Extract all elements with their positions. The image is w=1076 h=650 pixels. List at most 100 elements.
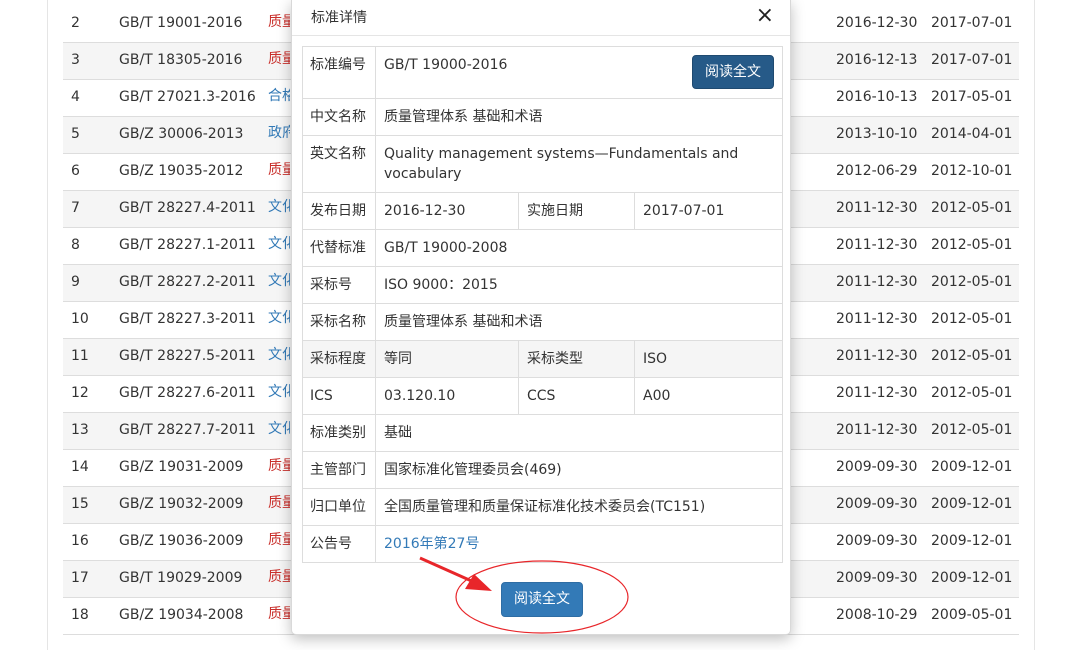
publish-date: 2013-10-10 (836, 126, 918, 142)
row-number: 11 (71, 348, 89, 364)
standard-name-link[interactable]: 文化 (268, 196, 290, 216)
standard-name-link[interactable]: 文化 (268, 270, 290, 290)
standard-code: GB/T 28227.7-2011 (119, 422, 256, 438)
standard-code: GB/T 28227.6-2011 (119, 385, 256, 401)
publish-date: 2016-10-13 (836, 89, 918, 105)
standard-name-link[interactable]: 文化 (268, 381, 290, 401)
standard-name-link[interactable]: 文化 (268, 418, 290, 438)
ics-label: ICS (302, 377, 376, 415)
row-number: 15 (71, 496, 89, 512)
implement-date: 2017-07-01 (931, 15, 1013, 31)
row-number: 17 (71, 570, 89, 586)
standard-name-link[interactable]: 质量 (268, 566, 290, 586)
standard-code: GB/T 19001-2016 (119, 15, 243, 31)
row-number: 10 (71, 311, 89, 327)
adopt-degree-value: 等同 (375, 340, 519, 378)
category-label: 标准类别 (302, 414, 376, 452)
standard-name-link[interactable]: 质量 (268, 603, 290, 623)
standard-detail-modal: 标准详情 × 标准编号 GB/T 19000-2016 阅读全文 中文名称 质量… (291, 0, 791, 635)
publish-date: 2011-12-30 (836, 200, 918, 216)
standard-code: GB/Z 19034-2008 (119, 607, 244, 623)
row-number: 12 (71, 385, 89, 401)
adopted-no-label: 采标号 (302, 266, 376, 304)
standard-name-link[interactable]: 文化 (268, 233, 290, 253)
standard-code: GB/T 19029-2009 (119, 570, 243, 586)
implement-date: 2009-12-01 (931, 533, 1013, 549)
publish-date: 2009-09-30 (836, 459, 918, 475)
implement-date: 2012-05-01 (931, 200, 1013, 216)
close-icon[interactable]: × (756, 5, 774, 27)
standard-name-link[interactable]: 质量 (268, 455, 290, 475)
row-number: 13 (71, 422, 89, 438)
implement-date: 2009-12-01 (931, 459, 1013, 475)
publish-date: 2011-12-30 (836, 274, 918, 290)
publish-date: 2011-12-30 (836, 311, 918, 327)
standard-code: GB/T 18305-2016 (119, 52, 243, 68)
publish-date: 2012-06-29 (836, 163, 918, 179)
en-name-value: Quality management systems—Fundamentals … (375, 135, 783, 193)
standard-name-link[interactable]: 质量 (268, 529, 290, 549)
standard-code: GB/T 28227.5-2011 (119, 348, 256, 364)
implement-date: 2012-10-01 (931, 163, 1013, 179)
implement-date: 2009-12-01 (931, 570, 1013, 586)
standard-name-link[interactable]: 合格 (268, 85, 290, 105)
row-number: 6 (71, 163, 80, 179)
standard-name-link[interactable]: 质量 (268, 159, 290, 179)
replaces-label: 代替标准 (302, 229, 376, 267)
standard-code: GB/T 28227.3-2011 (119, 311, 256, 327)
standard-code: GB/Z 19031-2009 (119, 459, 244, 475)
adopted-no-value: ISO 9000：2015 (375, 266, 783, 304)
standard-code: GB/Z 30006-2013 (119, 126, 244, 142)
implement-date: 2012-05-01 (931, 385, 1013, 401)
standard-name-link[interactable]: 质量 (268, 11, 290, 31)
implement-date: 2012-05-01 (931, 422, 1013, 438)
ccs-value: A00 (634, 377, 783, 415)
standard-code: GB/Z 19036-2009 (119, 533, 244, 549)
cn-name-label: 中文名称 (302, 98, 376, 136)
implement-date: 2012-05-01 (931, 274, 1013, 290)
cn-name-value: 质量管理体系 基础和术语 (375, 98, 783, 136)
publish-date: 2008-10-29 (836, 607, 918, 623)
pub-date-label: 发布日期 (302, 192, 376, 230)
standard-code: GB/T 28227.4-2011 (119, 200, 256, 216)
row-number: 16 (71, 533, 89, 549)
standard-code: GB/Z 19032-2009 (119, 496, 244, 512)
row-number: 7 (71, 200, 80, 216)
row-number: 5 (71, 126, 80, 142)
publish-date: 2009-09-30 (836, 496, 918, 512)
notice-link[interactable]: 2016年第27号 (384, 536, 479, 552)
implement-date: 2009-12-01 (931, 496, 1013, 512)
standard-name-link[interactable]: 质量 (268, 48, 290, 68)
en-name-label: 英文名称 (302, 135, 376, 193)
publish-date: 2011-12-30 (836, 422, 918, 438)
standard-name-link[interactable]: 文化 (268, 344, 290, 364)
row-number: 18 (71, 607, 89, 623)
implement-date: 2009-05-01 (931, 607, 1013, 623)
row-number: 3 (71, 52, 80, 68)
standard-name-link[interactable]: 政府 (268, 122, 290, 142)
publish-date: 2011-12-30 (836, 385, 918, 401)
owner-value: 全国质量管理和质量保证标准化技术委员会(TC151) (375, 488, 783, 526)
read-full-button[interactable]: 阅读全文 (501, 582, 583, 617)
read-full-button-top[interactable]: 阅读全文 (692, 55, 774, 89)
standard-code: GB/T 28227.2-2011 (119, 274, 256, 290)
implement-date: 2012-05-01 (931, 311, 1013, 327)
row-number: 9 (71, 274, 80, 290)
implement-date: 2017-07-01 (931, 52, 1013, 68)
adopt-type-value: ISO (634, 340, 783, 378)
adopt-degree-label: 采标程度 (302, 340, 376, 378)
impl-date-value: 2017-07-01 (634, 192, 783, 230)
publish-date: 2011-12-30 (836, 237, 918, 253)
std-no-value: GB/T 19000-2016 (384, 57, 508, 73)
standard-name-link[interactable]: 文化 (268, 307, 290, 327)
adopt-type-label: 采标类型 (518, 340, 635, 378)
category-value: 基础 (375, 414, 783, 452)
publish-date: 2009-09-30 (836, 570, 918, 586)
row-number: 8 (71, 237, 80, 253)
implement-date: 2012-05-01 (931, 237, 1013, 253)
std-no-label: 标准编号 (302, 46, 376, 99)
dept-label: 主管部门 (302, 451, 376, 489)
standard-name-link[interactable]: 质量 (268, 492, 290, 512)
replaces-value: GB/T 19000-2008 (375, 229, 783, 267)
publish-date: 2009-09-30 (836, 533, 918, 549)
